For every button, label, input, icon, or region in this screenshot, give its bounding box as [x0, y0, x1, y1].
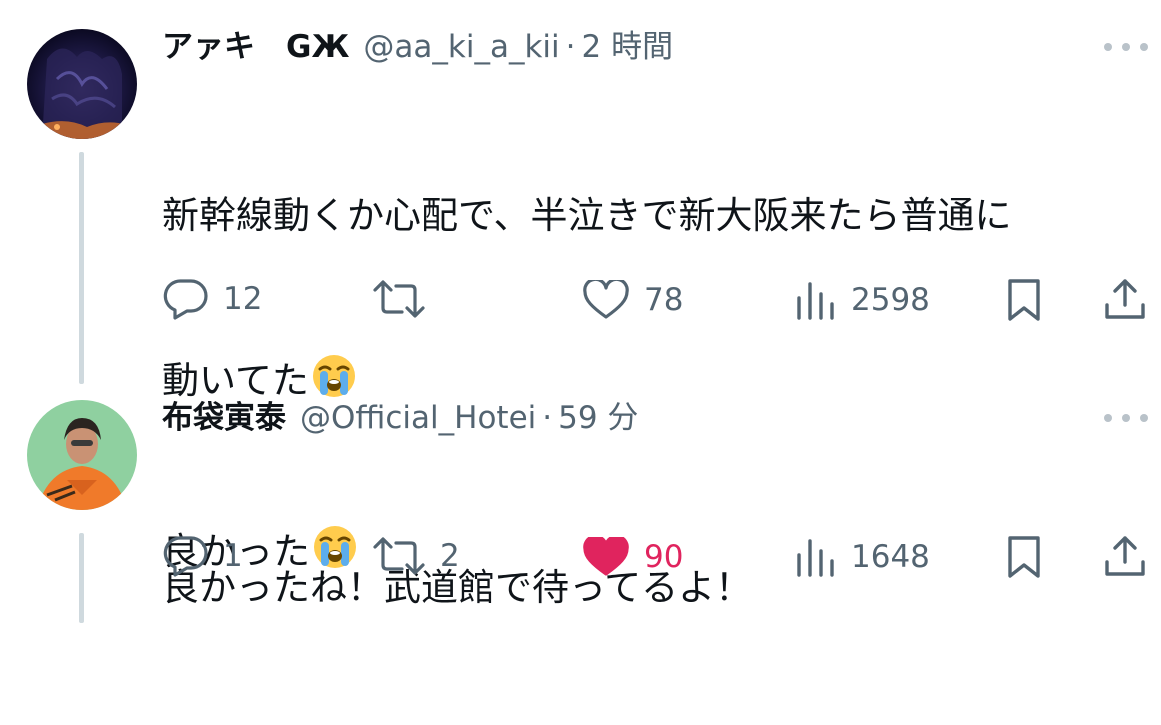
like-button[interactable]: 90: [582, 537, 683, 577]
avatar-image: [27, 400, 137, 510]
separator: ·: [542, 400, 553, 436]
user-handle[interactable]: @Official_Hotei: [300, 399, 536, 437]
retweet-count: 2: [440, 538, 460, 574]
display-name[interactable]: アァキ GЖ: [162, 28, 349, 66]
tweet-header: アァキ GЖ @aa_ki_a_kii · 2 時間: [162, 28, 673, 66]
reply-count: 1: [223, 538, 243, 574]
heart-filled-icon: [583, 537, 629, 576]
avatar-image: [27, 29, 137, 139]
text-line: 新幹線動くか心配で、半泣きで新大阪来たら普通に: [162, 194, 1012, 237]
like-button[interactable]: 78: [582, 280, 683, 320]
timestamp[interactable]: 59 分: [558, 399, 638, 437]
share-button[interactable]: [1103, 277, 1147, 321]
views-button[interactable]: 2598: [795, 280, 930, 320]
thread-line: [79, 533, 84, 623]
more-options-icon[interactable]: [1104, 37, 1148, 57]
more-options-icon[interactable]: [1104, 408, 1148, 428]
bookmark-button[interactable]: [1006, 277, 1042, 323]
tweet-header: 布袋寅泰 @Official_Hotei · 59 分: [162, 399, 638, 437]
view-count: 2598: [851, 282, 930, 318]
bookmark-icon: [1008, 279, 1040, 321]
share-icon: [1105, 279, 1145, 319]
like-count: 78: [644, 282, 684, 318]
retweet-icon: [373, 537, 425, 575]
reply-button[interactable]: 12: [163, 278, 262, 320]
retweet-icon: [373, 280, 425, 318]
bookmark-icon: [1008, 536, 1040, 578]
separator: ·: [565, 29, 576, 65]
avatar[interactable]: [27, 29, 137, 139]
heart-icon: [583, 280, 629, 319]
reply-icon: [163, 536, 208, 577]
share-button[interactable]: [1103, 534, 1147, 578]
tweet-1[interactable]: アァキ GЖ @aa_ki_a_kii · 2 時間 新幹線動くか心配で、半泣き…: [0, 0, 1161, 573]
thread-line: [79, 152, 84, 384]
timestamp[interactable]: 2 時間: [582, 28, 674, 66]
views-chart-icon: [797, 282, 834, 320]
display-name[interactable]: 布袋寅泰: [162, 399, 286, 437]
retweet-button[interactable]: [372, 280, 440, 318]
retweet-button[interactable]: 2: [372, 537, 460, 575]
views-button[interactable]: 1648: [795, 537, 930, 577]
tweet-text: 良かったね！武道館で待ってるよ！: [162, 450, 1142, 725]
reply-icon: [163, 279, 208, 320]
reply-button[interactable]: 1: [163, 535, 243, 577]
like-count: 90: [644, 539, 684, 575]
reply-count: 12: [223, 281, 263, 317]
views-chart-icon: [797, 539, 834, 577]
share-icon: [1105, 536, 1145, 576]
view-count: 1648: [851, 539, 930, 575]
user-handle[interactable]: @aa_ki_a_kii: [363, 28, 559, 66]
tweet-2[interactable]: 布袋寅泰 @Official_Hotei · 59 分 良かったね！武道館で待っ…: [0, 380, 1161, 623]
avatar[interactable]: [27, 400, 137, 510]
bookmark-button[interactable]: [1006, 534, 1042, 580]
